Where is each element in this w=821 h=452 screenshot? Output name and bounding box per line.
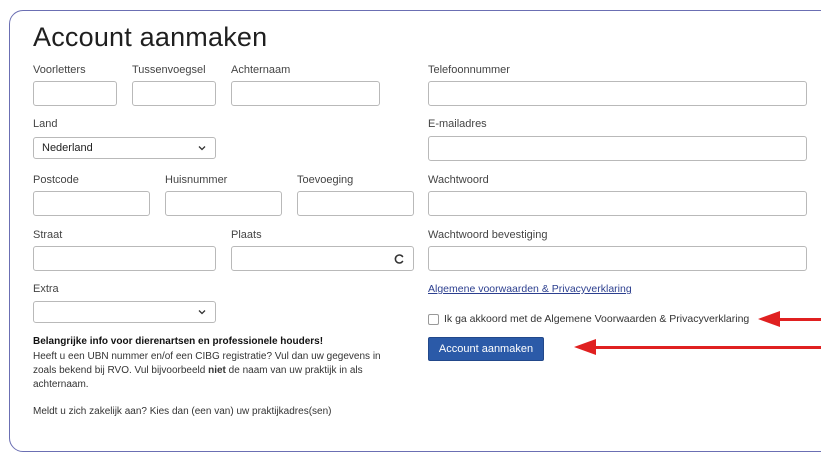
land-label: Land	[33, 118, 58, 130]
loading-spinner-icon	[394, 254, 404, 264]
toevoeging-input[interactable]	[297, 191, 414, 216]
info-line-1: Heeft u een UBN nummer en/of een CIBG re…	[33, 351, 381, 362]
chevron-down-icon	[198, 146, 206, 151]
info-emphasis: niet	[208, 365, 226, 376]
achternaam-input[interactable]	[231, 81, 380, 106]
achternaam-label: Achternaam	[231, 64, 291, 76]
plaats-label: Plaats	[231, 229, 262, 241]
agree-checkbox[interactable]	[428, 314, 439, 325]
info-title: Belangrijke info voor dierenartsen en pr…	[33, 336, 324, 347]
agree-label: Ik ga akkoord met de Algemene Voorwaarde…	[444, 313, 750, 325]
email-input[interactable]	[428, 136, 807, 161]
info-line-3: achternaam.	[33, 379, 89, 390]
telefoon-label: Telefoonnummer	[428, 64, 510, 76]
postcode-label: Postcode	[33, 174, 79, 186]
wachtwoord-bevestiging-input[interactable]	[428, 246, 807, 271]
chevron-down-icon	[198, 310, 206, 315]
land-select-value: Nederland	[42, 142, 93, 154]
extra-label: Extra	[33, 283, 59, 295]
page-title: Account aanmaken	[33, 22, 268, 52]
terms-link[interactable]: Algemene voorwaarden & Privacyverklaring	[428, 283, 632, 295]
extra-select[interactable]	[33, 301, 216, 323]
straat-input[interactable]	[33, 246, 216, 271]
huisnummer-label: Huisnummer	[165, 174, 228, 186]
info-text: Heeft u een UBN nummer en/of een CIBG re…	[33, 350, 413, 392]
info-line-2: zoals bekend bij RVO. Vul bijvoorbeeld n…	[33, 365, 363, 376]
email-label: E-mailadres	[428, 118, 487, 130]
wachtwoord-input[interactable]	[428, 191, 807, 216]
tussenvoegsel-label: Tussenvoegsel	[132, 64, 206, 76]
wachtwoord-bevestiging-label: Wachtwoord bevestiging	[428, 229, 548, 241]
wachtwoord-label: Wachtwoord	[428, 174, 489, 186]
postcode-input[interactable]	[33, 191, 150, 216]
voorletters-input[interactable]	[33, 81, 117, 106]
business-note: Meldt u zich zakelijk aan? Kies dan (een…	[33, 406, 332, 417]
huisnummer-input[interactable]	[165, 191, 282, 216]
telefoon-input[interactable]	[428, 81, 807, 106]
submit-button[interactable]: Account aanmaken	[428, 337, 544, 361]
plaats-input[interactable]	[231, 246, 414, 271]
toevoeging-label: Toevoeging	[297, 174, 354, 186]
tussenvoegsel-input[interactable]	[132, 81, 216, 106]
straat-label: Straat	[33, 229, 63, 241]
land-select[interactable]: Nederland	[33, 137, 216, 159]
voorletters-label: Voorletters	[33, 64, 86, 76]
